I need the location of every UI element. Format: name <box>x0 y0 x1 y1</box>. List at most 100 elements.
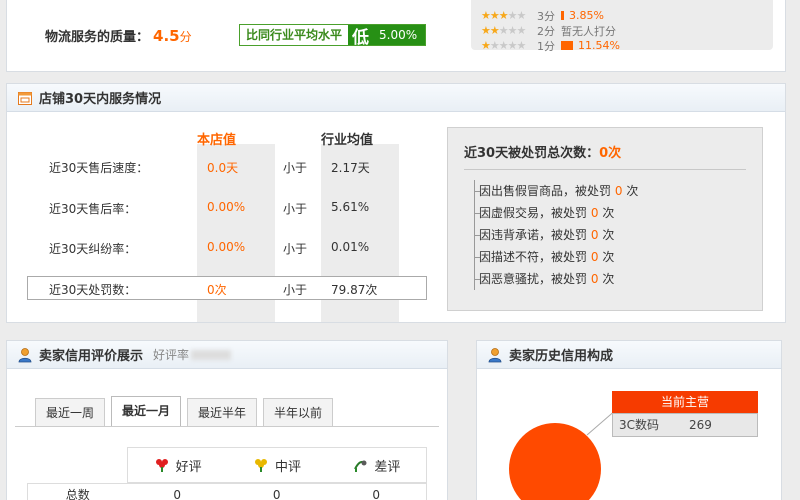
rating-pct: 暂无人打分 <box>561 24 616 38</box>
calendar-icon <box>18 91 32 105</box>
service-title: 店铺30天内服务情况 <box>39 92 162 107</box>
penalty-unit: 次 <box>602 206 615 220</box>
bad-count: 0 <box>372 488 381 500</box>
row-label: 总数 <box>65 488 90 500</box>
col-neutral: 中评 <box>227 448 326 482</box>
stat-row: 近30天纠纷率： 0.00% 小于 0.01% <box>27 236 427 260</box>
tab-divider <box>15 426 439 427</box>
industry-compare-badge: 比同行业平均水平 低 5.00% <box>239 24 427 48</box>
penalty-count: 0 <box>590 206 599 220</box>
tooltip-body: 3C数码 269 <box>612 413 758 437</box>
penalty-summary: 近30天被处罚总次数：0次 因出售假冒商品，被处罚 0 次 因虚假交易，被处罚 … <box>447 127 763 311</box>
penalty-title-label: 近30天被处罚总次数： <box>464 146 600 161</box>
penalty-count: 0 <box>590 272 599 286</box>
penalty-item: 因违背承诺，被处罚 0 次 <box>474 224 746 246</box>
wilted-flower-icon <box>354 460 367 472</box>
tab-before-half-year[interactable]: 半年以前 <box>263 398 334 426</box>
penalty-total: 0次 <box>599 146 622 161</box>
rating-pct: 3.85% <box>569 9 604 22</box>
penalty-text: 因出售假冒商品，被处罚 <box>479 184 612 198</box>
stars-icon: ★★★★★ <box>481 39 526 52</box>
stat-compare: 小于 <box>283 161 308 175</box>
user-icon <box>18 347 32 362</box>
stat-store-value: 0.00% <box>207 240 246 254</box>
stat-store-value: 0.0天 <box>207 161 239 175</box>
penalty-item: 因虚假交易，被处罚 0 次 <box>474 202 746 224</box>
credit-panel: 卖家信用评价展示 好评率 最近一周 最近一月 最近半年 半年以前 好评 中评 差… <box>6 340 448 500</box>
stat-row: 近30天售后速度： 0.0天 小于 2.17天 <box>27 155 427 179</box>
stat-compare: 小于 <box>283 202 308 216</box>
stat-avg-value: 0.01% <box>331 240 370 254</box>
rating-label: 3分 <box>537 9 555 23</box>
logistics-score-unit: 分 <box>179 30 192 44</box>
stat-row: 近30天售后率： 0.00% 小于 5.61% <box>27 196 427 220</box>
penalty-unit: 次 <box>626 184 639 198</box>
stat-store-value: 0.00% <box>207 200 246 214</box>
tab-last-week[interactable]: 最近一周 <box>35 398 106 426</box>
credit-subtitle: 好评率 <box>153 348 190 362</box>
evaluation-header: 好评 中评 差评 <box>127 447 427 483</box>
stat-label: 近30天售后率： <box>49 202 137 216</box>
service-panel: 店铺30天内服务情况 本店值 行业均值 近30天售后速度： 0.0天 小于 2.… <box>6 83 786 323</box>
penalty-text: 因描述不符，被处罚 <box>479 250 588 264</box>
category-name: 3C数码 <box>619 418 660 432</box>
rating-distribution: ★★★★★ 3分 3.85% ★★★★★ 2分 暂无人打分 ★★★★★ 1分 1… <box>471 0 773 53</box>
bad-label: 差评 <box>374 459 401 475</box>
col-bad: 差评 <box>327 448 426 482</box>
stat-label: 近30天售后速度： <box>49 161 149 175</box>
rating-label: 1分 <box>537 39 555 53</box>
penalty-text: 因违背承诺，被处罚 <box>479 228 588 242</box>
credit-panel-header: 卖家信用评价展示 好评率 <box>7 341 447 369</box>
rating-bar <box>561 11 564 20</box>
tab-last-half-year[interactable]: 最近半年 <box>187 398 258 426</box>
history-title: 卖家历史信用构成 <box>509 349 614 364</box>
category-count: 269 <box>689 418 712 432</box>
stat-compare: 小于 <box>283 242 308 256</box>
good-label: 好评 <box>175 459 202 475</box>
penalty-count: 0 <box>614 184 623 198</box>
compare-label: 比同行业平均水平 <box>240 25 349 45</box>
penalty-text: 因虚假交易，被处罚 <box>479 206 588 220</box>
penalty-text: 因恶意骚扰，被处罚 <box>479 272 588 286</box>
stat-label: 近30天纠纷率： <box>49 242 137 256</box>
penalty-list: 因出售假冒商品，被处罚 0 次 因虚假交易，被处罚 0 次 因违背承诺，被处罚 … <box>474 180 746 290</box>
good-count: 0 <box>173 488 182 500</box>
avg-column-header: 行业均值 <box>321 133 374 148</box>
stat-label: 近30天处罚数： <box>49 283 137 297</box>
credit-title: 卖家信用评价展示 <box>39 349 144 364</box>
stat-avg-value: 2.17天 <box>331 161 370 175</box>
evaluation-row: 总数 0 0 0 <box>27 483 427 500</box>
service-panel-header: 店铺30天内服务情况 <box>7 84 785 112</box>
col-good: 好评 <box>128 448 227 482</box>
yellow-flower-icon <box>254 459 267 472</box>
penalty-title: 近30天被处罚总次数：0次 <box>464 142 746 170</box>
period-tabs: 最近一周 最近一月 最近半年 半年以前 <box>35 396 339 426</box>
neutral-count: 0 <box>272 488 281 500</box>
compare-pct: 5.00% <box>379 28 418 42</box>
rating-row: ★★★★★ 3分 3.85% <box>481 8 763 23</box>
compare-word: 低 <box>352 27 370 48</box>
stat-avg-value: 5.61% <box>331 200 370 214</box>
penalty-item: 因出售假冒商品，被处罚 0 次 <box>474 180 746 202</box>
logistics-label: 物流服务的质量： <box>45 30 150 45</box>
stars-icon: ★★★★★ <box>481 9 526 22</box>
stars-icon: ★★★★★ <box>481 24 526 37</box>
blurred-value <box>191 349 232 360</box>
stat-avg-value: 79.87次 <box>331 283 378 297</box>
rating-row: ★★★★★ 2分 暂无人打分 <box>481 23 763 38</box>
penalty-item: 因描述不符，被处罚 0 次 <box>474 246 746 268</box>
rating-bar <box>561 41 573 50</box>
rating-row: ★★★★★ 1分 11.54% <box>481 38 763 53</box>
main-category-tooltip: 当前主营 3C数码 269 <box>612 391 758 437</box>
logistics-score: 4.5 <box>153 27 180 45</box>
logistics-quality: 物流服务的质量： 4.5分 <box>45 26 192 45</box>
logistics-panel: 物流服务的质量： 4.5分 比同行业平均水平 低 5.00% ★★★★★ 3分 3… <box>6 0 786 72</box>
tab-last-month[interactable]: 最近一月 <box>111 396 182 426</box>
stat-compare: 小于 <box>283 283 308 297</box>
penalty-unit: 次 <box>602 228 615 242</box>
penalty-unit: 次 <box>602 250 615 264</box>
tooltip-title: 当前主营 <box>612 391 758 413</box>
penalty-count: 0 <box>590 228 599 242</box>
stat-store-value: 0次 <box>207 283 227 297</box>
red-flower-icon <box>155 459 168 472</box>
